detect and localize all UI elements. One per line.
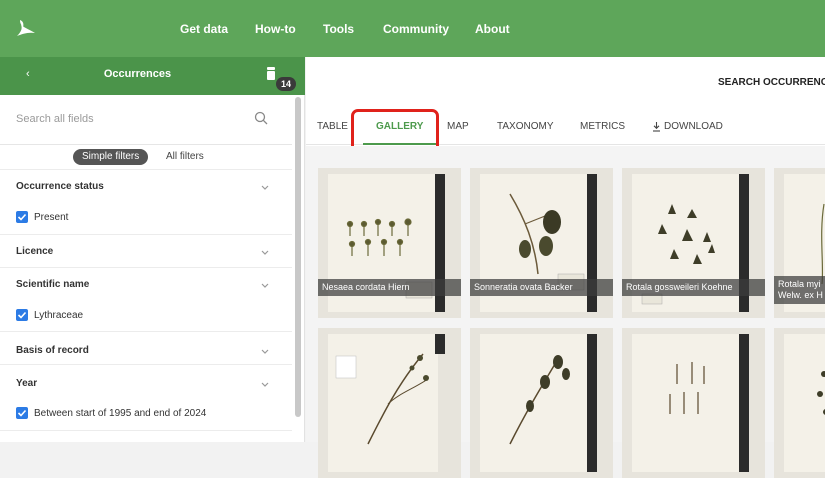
filter-basis-of-record[interactable]: Basis of record	[0, 331, 292, 364]
filter-scientific-name[interactable]: Scientific name Lythraceae	[0, 267, 292, 331]
nav-tools[interactable]: Tools	[323, 0, 354, 57]
gallery-caption: Sonneratia ovata Backer	[470, 279, 613, 296]
nav-how-to[interactable]: How-to	[255, 0, 296, 57]
filter-value: Present	[34, 212, 69, 223]
filter-occurrence-status[interactable]: Occurrence status Present	[0, 169, 292, 234]
chevron-down-icon[interactable]	[261, 185, 269, 191]
gallery-item[interactable]	[622, 328, 765, 478]
specimen-image	[632, 334, 742, 472]
tab-table[interactable]: TABLE	[317, 121, 348, 132]
checkbox-checked-icon[interactable]	[16, 309, 28, 321]
sidebar-title: Occurrences	[103, 68, 172, 80]
filter-title: Occurrence status	[16, 181, 104, 192]
search-icon[interactable]	[254, 111, 268, 125]
chevron-down-icon[interactable]	[261, 382, 269, 388]
gallery-item[interactable]	[318, 328, 461, 478]
tab-taxonomy[interactable]: TAXONOMY	[497, 121, 553, 132]
filter-licence[interactable]: Licence	[0, 234, 292, 267]
chevron-down-icon[interactable]	[261, 250, 269, 256]
gallery-item[interactable]: Rotala myi Welw. ex H	[774, 168, 825, 318]
filter-value: Between start of 1995 and end of 2024	[34, 408, 207, 419]
nav-about[interactable]: About	[475, 0, 510, 57]
gallery-caption: Rotala gossweileri Koehne	[622, 279, 765, 296]
filter-title: Scientific name	[16, 279, 90, 290]
page-title: SEARCH OCCURRENCES	[718, 77, 825, 88]
results-panel: SEARCH OCCURRENCES TABLE GALLERY MAP TAX…	[306, 57, 825, 478]
specimen-image	[784, 334, 825, 472]
tab-all-filters[interactable]: All filters	[166, 149, 204, 165]
gallery-item[interactable]	[774, 328, 825, 478]
filter-title: Year	[16, 378, 38, 389]
gallery-caption: Rotala myi Welw. ex H	[774, 276, 825, 304]
filter-icon[interactable]	[266, 67, 276, 81]
scrollbar-thumb[interactable]	[295, 97, 301, 417]
tab-download[interactable]: DOWNLOAD	[664, 121, 723, 132]
color-scale-bar	[435, 334, 445, 354]
filter-title: Basis of record	[16, 345, 89, 356]
search-field[interactable]: Search all fields	[0, 95, 292, 145]
specimen-image	[480, 334, 590, 472]
filter-count-badge: 14	[276, 77, 296, 91]
top-nav-bar: Get data How-to Tools Community About	[0, 0, 825, 57]
gallery-item[interactable]: Sonneratia ovata Backer	[470, 168, 613, 318]
filter-next-section[interactable]	[0, 430, 292, 442]
gallery-item[interactable]: Nesaea cordata Hiern	[318, 168, 461, 318]
filter-mode-tabs: Simple filters All filters	[0, 147, 292, 169]
gallery-caption: Nesaea cordata Hiern	[318, 279, 461, 296]
chevron-down-icon[interactable]	[261, 283, 269, 289]
checkbox-checked-icon[interactable]	[16, 211, 28, 223]
gallery-grid: Nesaea cordata Hiern Sonneratia ovata Ba…	[306, 146, 825, 478]
download-icon[interactable]	[652, 122, 661, 132]
filter-title: Licence	[16, 246, 54, 257]
gallery-item[interactable]: Rotala gossweileri Koehne	[622, 168, 765, 318]
filter-year[interactable]: Year Between start of 1995 and end of 20…	[0, 364, 292, 430]
sidebar-header: ‹ Occurrences 14	[0, 57, 305, 95]
filter-sidebar: ‹ Occurrences 14 Search all fields Simpl…	[0, 57, 305, 442]
tab-metrics[interactable]: METRICS	[580, 121, 625, 132]
color-scale-bar	[739, 334, 749, 472]
nav-community[interactable]: Community	[383, 0, 449, 57]
gallery-item[interactable]	[470, 328, 613, 478]
specimen-image	[328, 334, 438, 472]
tab-map[interactable]: MAP	[447, 121, 469, 132]
sidebar-scrollbar[interactable]	[294, 95, 302, 442]
color-scale-bar	[587, 334, 597, 472]
filter-value: Lythraceae	[34, 310, 84, 321]
chevron-down-icon[interactable]	[261, 349, 269, 355]
checkbox-checked-icon[interactable]	[16, 407, 28, 419]
search-input[interactable]: Search all fields	[16, 113, 94, 125]
gbif-logo-icon[interactable]	[14, 16, 38, 40]
nav-get-data[interactable]: Get data	[180, 0, 228, 57]
tab-simple-filters[interactable]: Simple filters	[73, 149, 149, 165]
